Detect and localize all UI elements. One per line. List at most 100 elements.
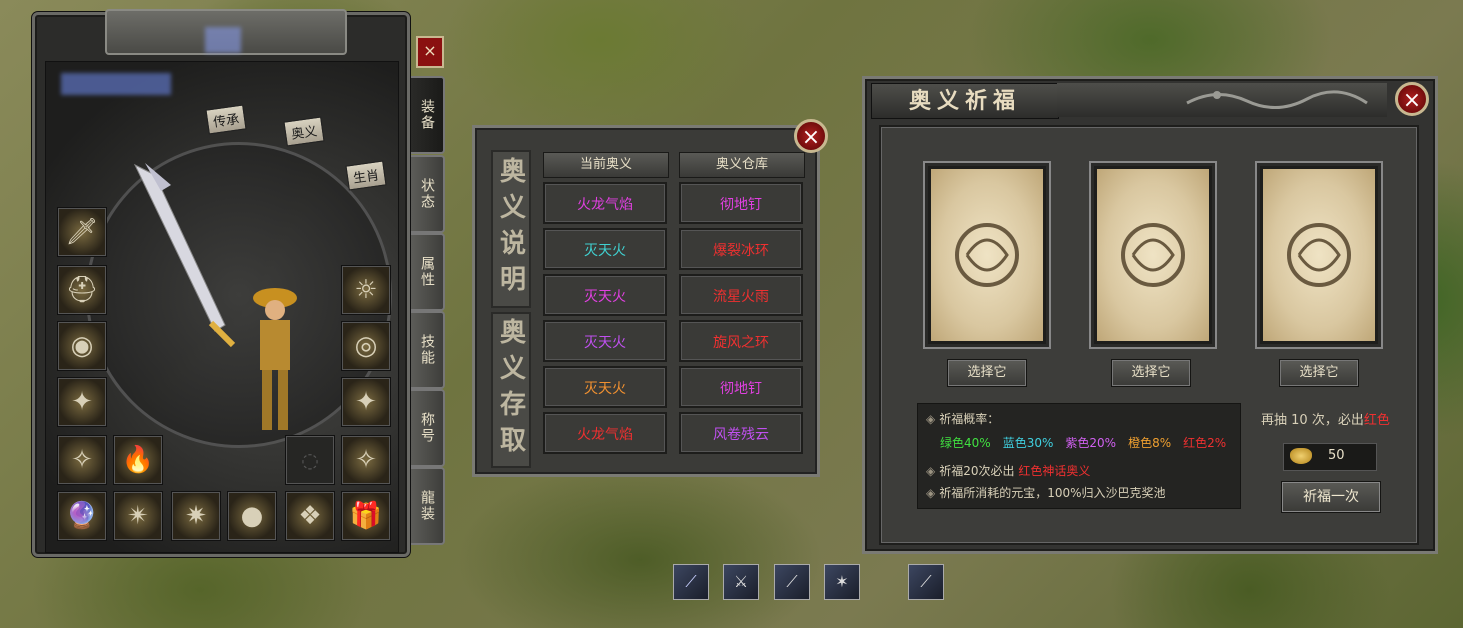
skill-slot-3[interactable]: ⟋: [774, 564, 810, 600]
skill-slot-5[interactable]: ⟋: [908, 564, 944, 600]
tab-titles[interactable]: 称号: [411, 389, 445, 467]
rate-title: ◈ 祈福概率：: [926, 412, 1000, 426]
current-aoyi-slot-3[interactable]: 灭天火: [543, 274, 667, 316]
rate-item: 紫色20%: [1065, 436, 1117, 450]
storage-aoyi-slot-4[interactable]: 旋风之环: [679, 320, 803, 362]
bless-title: 奥义祈福: [871, 83, 1059, 119]
rate-list: 绿色40% 蓝色30% 紫色20% 橙色8% 红色2%: [940, 434, 1238, 451]
rate-item: 红色2%: [1183, 436, 1227, 450]
beast-skill-icon: ✶: [835, 572, 849, 591]
aoyi-panel: 奥义说明 奥义存取 当前奥义 奥义仓库 火龙气焰 灭天火 灭天火 灭天火 灭天火 火龙气焰…: [472, 125, 820, 477]
current-aoyi-slot-4[interactable]: 灭天火: [543, 320, 667, 362]
treasure-icon: 🎁: [349, 501, 383, 531]
bracelet-left-icon: ✦: [71, 387, 93, 417]
bless-once-button[interactable]: 祈福一次: [1281, 481, 1381, 513]
skill-slot-4[interactable]: ✶: [824, 564, 860, 600]
helmet-icon: ⛑: [65, 275, 99, 305]
bless-card-1[interactable]: [923, 161, 1051, 349]
tab-skills[interactable]: 技能: [411, 311, 445, 389]
necklace-slot[interactable]: ☼: [341, 265, 391, 315]
dragon-ornament-icon: [1186, 90, 1368, 110]
rate-item: 蓝色30%: [1002, 436, 1054, 450]
storage-aoyi-slot-6[interactable]: 风卷残云: [679, 412, 803, 454]
orb-slot[interactable]: ●: [227, 491, 277, 541]
aoyi-close-button[interactable]: ×: [794, 119, 828, 153]
tab-attributes[interactable]: 属性: [411, 233, 445, 311]
charm-icon: ✧: [355, 445, 377, 475]
character-name: [205, 27, 241, 53]
dragon-emblem-icon: [1121, 223, 1185, 287]
lance-skill-icon: ⟋: [685, 572, 697, 591]
weapon-slot[interactable]: 🗡: [57, 207, 107, 257]
storage-aoyi-slot-3[interactable]: 流星火雨: [679, 274, 803, 316]
boots-icon: ✷: [185, 501, 207, 531]
ring-left-slot[interactable]: ✧: [57, 435, 107, 485]
bless-content: 选择它 选择它 选择它 ◈ 祈福概率： 绿色40% 蓝色30% 紫色20% 橙色8% 红色…: [879, 125, 1419, 545]
storage-aoyi-slot-2[interactable]: 爆裂冰环: [679, 228, 803, 270]
bracelet-right-slot[interactable]: ◎: [341, 321, 391, 371]
current-aoyi-slot-1[interactable]: 火龙气焰: [543, 182, 667, 224]
tab-status[interactable]: 状态: [411, 155, 445, 233]
skill-slot-1[interactable]: ⟋: [673, 564, 709, 600]
bless-info-box: ◈ 祈福概率： 绿色40% 蓝色30% 紫色20% 橙色8% 红色2% ◈ 祈福20次必出 …: [917, 403, 1241, 509]
character-model-icon: [253, 288, 297, 430]
current-aoyi-header: 当前奥义: [543, 152, 669, 178]
rate-item: 绿色40%: [940, 436, 991, 450]
ring-right-slot[interactable]: ✦: [341, 377, 391, 427]
skill-slot-2[interactable]: ⚔: [723, 564, 759, 600]
current-aoyi-slot-6[interactable]: 火龙气焰: [543, 412, 667, 454]
character-close-button[interactable]: ×: [416, 36, 444, 68]
medal-slot[interactable]: ◌: [285, 435, 335, 485]
dragon-emblem-icon: [1287, 223, 1351, 287]
dagger-skill-icon: ⟋: [920, 572, 932, 591]
bracelet-right-icon: ◎: [354, 331, 378, 361]
current-aoyi-slot-5[interactable]: 灭天火: [543, 366, 667, 408]
medal-icon: ◌: [301, 448, 319, 472]
bless-close-button[interactable]: ×: [1395, 82, 1429, 116]
cost-value: 50: [1328, 448, 1345, 463]
bless-card-2[interactable]: [1089, 161, 1217, 349]
treasure-slot[interactable]: 🎁: [341, 491, 391, 541]
belt-icon: ✴: [127, 501, 149, 531]
necklace-icon: ☼: [354, 275, 378, 305]
pool-note: ◈ 祈福所消耗的元宝，100%归入沙巴克奖池: [926, 486, 1166, 500]
pick-card-3-button[interactable]: 选择它: [1279, 359, 1359, 387]
inherit-button[interactable]: 传承: [205, 104, 247, 135]
orb-icon: ●: [240, 501, 264, 531]
boots-slot[interactable]: ✷: [171, 491, 221, 541]
charm-slot[interactable]: ✧: [341, 435, 391, 485]
storage-aoyi-slot-5[interactable]: 彻地钉: [679, 366, 803, 408]
aoyi-description-tab[interactable]: 奥义说明: [491, 150, 531, 308]
character-panel: 传承 奥义 生肖 🗡 ⛑ ☼ ◉ ◎ ✦ ✦ ✧ 🔥 ◌ ✧ 🔮 ✴ ✷ ● ❖…: [32, 9, 410, 557]
gold-ingot-icon: [1290, 448, 1312, 464]
storage-aoyi-slot-1[interactable]: 彻地钉: [679, 182, 803, 224]
fire-slot[interactable]: 🔥: [113, 435, 163, 485]
cost-display: 50: [1283, 443, 1377, 471]
helmet-slot[interactable]: ⛑: [57, 265, 107, 315]
gem-slot[interactable]: ❖: [285, 491, 335, 541]
zodiac-button[interactable]: 生肖: [345, 160, 387, 191]
draw-guarantee-text: 再抽 10 次，必出红色: [1261, 413, 1390, 428]
rate-item: 橙色8%: [1128, 436, 1172, 450]
tab-dragon-gear[interactable]: 龍装: [411, 467, 445, 545]
pick-card-2-button[interactable]: 选择它: [1111, 359, 1191, 387]
aoyi-storage-tab[interactable]: 奥义存取: [491, 312, 531, 468]
armor-slot[interactable]: ◉: [57, 321, 107, 371]
belt-slot[interactable]: ✴: [113, 491, 163, 541]
tab-equipment[interactable]: 装备: [411, 76, 445, 154]
bracelet-left-slot[interactable]: ✦: [57, 377, 107, 427]
amulet-slot[interactable]: 🔮: [57, 491, 107, 541]
bless-card-3[interactable]: [1255, 161, 1383, 349]
aoyi-button[interactable]: 奥义: [283, 116, 325, 147]
current-aoyi-slot-2[interactable]: 灭天火: [543, 228, 667, 270]
armor-icon: ◉: [70, 331, 94, 361]
pick-card-1-button[interactable]: 选择它: [947, 359, 1027, 387]
bless-panel: 奥义祈福 选择它 选择它 选择它 ◈ 祈福概率： 绿色40% 蓝色30% 紫色20% 橙…: [862, 76, 1438, 554]
aoyi-storage-header: 奥义仓库: [679, 152, 805, 178]
dragon-emblem-icon: [955, 223, 1019, 287]
character-guild: [61, 73, 171, 95]
guarantee-note: ◈ 祈福20次必出 红色神话奥义: [926, 464, 1091, 478]
ring-left-icon: ✧: [71, 445, 93, 475]
amulet-icon: 🔮: [65, 501, 99, 531]
gem-icon: ❖: [298, 501, 322, 531]
